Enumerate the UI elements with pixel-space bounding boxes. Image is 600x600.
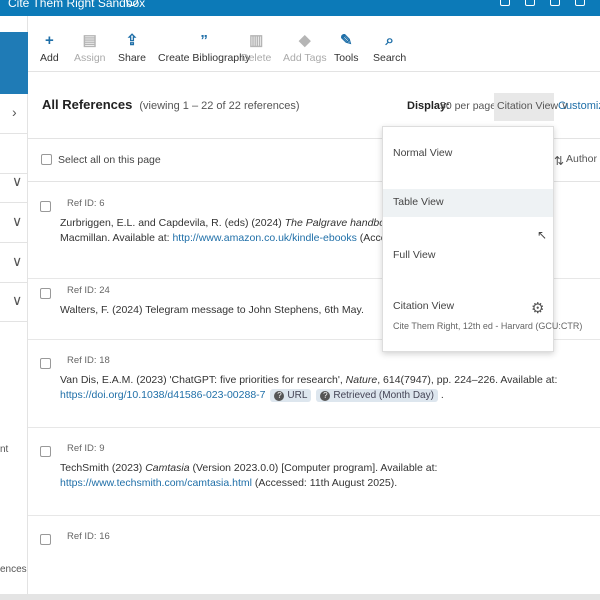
gear-icon[interactable]: ⚙ — [531, 299, 544, 317]
page-bottom-border — [0, 594, 600, 600]
menu-item-table-view[interactable]: Table View — [383, 189, 553, 217]
reference-checkbox[interactable] — [40, 446, 51, 457]
references-header: All References (viewing 1 – 22 of 22 ref… — [42, 97, 300, 112]
sidebar-item-all-references[interactable] — [0, 32, 28, 94]
document-icon: ▤ — [82, 32, 97, 49]
search-icon: ⌕ — [385, 32, 394, 49]
tools-button[interactable]: ✎ Tools — [334, 32, 359, 64]
citation-text: Van Dis, E.A.M. (2023) 'ChatGPT: five pr… — [60, 374, 558, 402]
sidebar-item-label[interactable]: nt — [0, 444, 8, 455]
page-title: All References — [42, 97, 133, 112]
share-button[interactable]: ⇪ Share — [118, 32, 146, 64]
citation-link[interactable]: http://www.amazon.co.uk/kindle-ebooks — [172, 232, 356, 244]
menu-item-full-view[interactable]: Full View — [383, 249, 553, 261]
ref-id: Ref ID: 18 — [67, 355, 110, 366]
app-title: Cite Them Right Sandbox — [8, 0, 146, 10]
reference-checkbox[interactable] — [40, 288, 51, 299]
view-dropdown-menu: Normal View Table View Full View Citatio… — [382, 126, 582, 352]
reference-count: (viewing 1 – 22 of 22 references) — [139, 100, 300, 112]
citation-link[interactable]: https://doi.org/10.1038/d41586-023-00288… — [60, 389, 266, 401]
customize-link[interactable]: Customize — [558, 100, 600, 112]
sidebar-row-folder[interactable]: ∨ — [0, 203, 28, 243]
sidebar-row-folder[interactable]: ∨ — [0, 163, 28, 203]
settings-icon[interactable] — [550, 0, 560, 6]
reference-row[interactable]: Ref ID: 9 TechSmith (2023) Camtasia (Ver… — [28, 428, 600, 516]
question-icon: ? — [320, 391, 331, 401]
wrench-icon: ✎ — [339, 32, 353, 49]
missing-field-badge[interactable]: ? URL — [270, 389, 312, 402]
sidebar-row-folder[interactable]: ∨ — [0, 243, 28, 283]
app-header-bar: Cite Them Right Sandbox — [0, 0, 600, 16]
menu-item-normal-view[interactable]: Normal View — [383, 147, 553, 159]
trash-icon: ▥ — [249, 32, 264, 49]
reference-row[interactable]: Ref ID: 18 Van Dis, E.A.M. (2023) 'ChatG… — [28, 340, 600, 428]
search-button[interactable]: ⌕ Search — [373, 32, 406, 64]
ref-id: Ref ID: 9 — [67, 443, 105, 454]
sidebar-row-folder[interactable]: ∨ — [0, 282, 28, 322]
menu-item-citation-view[interactable]: Citation View — [383, 300, 553, 312]
quote-icon: ” — [200, 32, 208, 49]
reference-checkbox[interactable] — [40, 201, 51, 212]
sort-select[interactable]: Author ∨ — [566, 153, 600, 165]
sidebar-row[interactable]: › — [0, 94, 28, 134]
delete-button[interactable]: ▥ Delete — [241, 32, 271, 64]
select-all-checkbox[interactable] — [41, 154, 52, 165]
sort-icon[interactable]: ⇅ — [554, 154, 564, 168]
reference-checkbox[interactable] — [40, 534, 51, 545]
notes-icon[interactable] — [500, 0, 510, 6]
chevron-down-icon: ∨ — [12, 253, 23, 269]
chevron-down-icon: ∨ — [12, 292, 23, 308]
create-bibliography-button[interactable]: ” Create Bibliography — [158, 32, 250, 64]
sidebar-item-label[interactable]: ences — [0, 564, 27, 575]
toolbar: + Add ▤ Assign ⇪ Share ” Create Bibliography… — [28, 16, 600, 72]
missing-field-badge[interactable]: ? Retrieved (Month Day) — [316, 389, 438, 402]
sidebar-expand-icon: › — [12, 104, 17, 120]
assign-button[interactable]: ▤ Assign — [74, 32, 106, 64]
reference-row[interactable]: Ref ID: 16 — [28, 516, 600, 586]
add-tags-button[interactable]: ◆ Add Tags — [283, 32, 327, 64]
reference-checkbox[interactable] — [40, 358, 51, 369]
select-all-label[interactable]: Select all on this page — [58, 154, 161, 166]
citation-text: TechSmith (2023) Camtasia (Version 2023.… — [60, 462, 438, 489]
question-icon: ? — [274, 391, 285, 401]
help-icon[interactable] — [525, 0, 535, 6]
citation-link[interactable]: https://www.techsmith.com/camtasia.html — [60, 477, 252, 489]
share-icon: ⇪ — [125, 32, 139, 49]
ref-id: Ref ID: 24 — [67, 285, 110, 296]
mouse-pointer-icon: ↖ — [537, 228, 548, 242]
view-select[interactable]: Citation View ∨ — [494, 93, 569, 121]
sidebar: › ∨ ∨ ∨ ∨ nt ences — [0, 16, 28, 600]
account-icon[interactable] — [575, 0, 585, 6]
tag-icon: ◆ — [299, 32, 311, 49]
ref-id: Ref ID: 6 — [67, 198, 105, 209]
chevron-down-icon: ∨ — [12, 213, 23, 229]
ref-id: Ref ID: 16 — [67, 531, 110, 542]
add-button[interactable]: + Add — [40, 32, 59, 64]
citation-style-label: Cite Them Right, 12th ed - Harvard (GCU:… — [393, 321, 583, 331]
chevron-down-icon: ∨ — [12, 173, 23, 189]
plus-icon: + — [44, 32, 54, 49]
